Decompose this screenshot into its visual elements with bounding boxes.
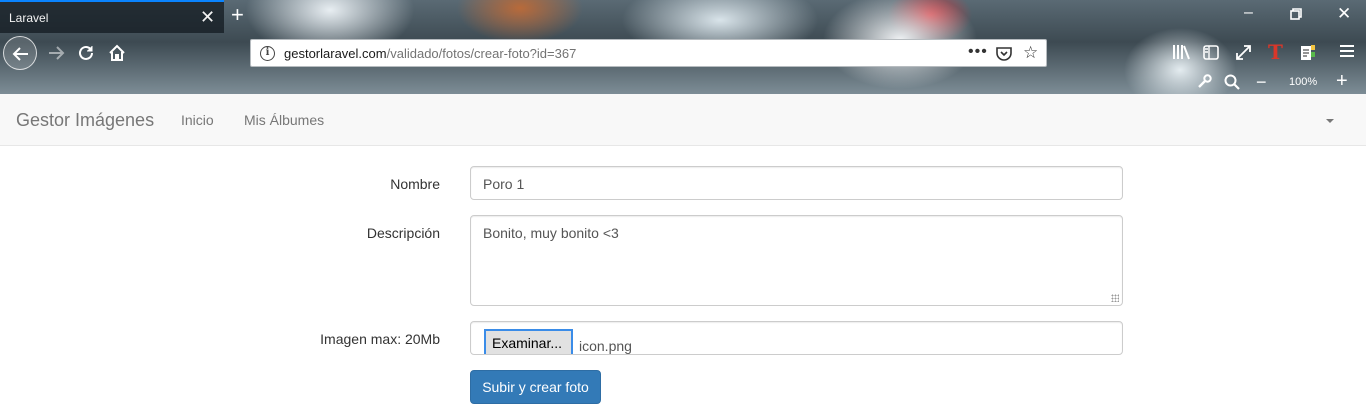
nav-link-inicio[interactable]: Inicio bbox=[181, 112, 214, 128]
url-host: gestorlaravel.com bbox=[284, 46, 387, 61]
name-input[interactable]: Poro 1 bbox=[470, 166, 1123, 200]
url-path: /validado/fotos/crear-foto?id=367 bbox=[386, 46, 577, 61]
file-input[interactable]: Examinar... icon.png bbox=[470, 321, 1123, 355]
bookmark-star-icon[interactable]: ☆ bbox=[1023, 43, 1038, 63]
browser-chrome: Laravel ✕ + – ✕ i gestorlaravel.com/vali… bbox=[0, 0, 1366, 94]
description-label: Descripción bbox=[366, 225, 440, 241]
nav-link-mis-albumes[interactable]: Mis Álbumes bbox=[244, 112, 324, 128]
window-close-icon[interactable]: ✕ bbox=[1337, 4, 1351, 24]
zoom-level[interactable]: 100% bbox=[1289, 76, 1317, 88]
submit-button[interactable]: Subir y crear foto bbox=[470, 370, 601, 404]
description-textarea-value: Bonito, muy bonito <3 bbox=[483, 225, 619, 241]
selected-file-name: icon.png bbox=[579, 338, 632, 354]
hamburger-menu-icon[interactable] bbox=[1340, 44, 1354, 63]
library-icon[interactable] bbox=[1172, 44, 1190, 65]
minimize-icon[interactable]: – bbox=[1244, 4, 1253, 22]
image-label: Imagen max: 20Mb bbox=[320, 331, 440, 347]
page-actions-icon[interactable]: ••• bbox=[968, 43, 988, 61]
zoom-search-icon[interactable] bbox=[1224, 74, 1240, 94]
wrench-icon[interactable] bbox=[1197, 74, 1212, 94]
reload-icon bbox=[79, 45, 93, 60]
navbar-brand[interactable]: Gestor Imágenes bbox=[16, 110, 154, 131]
pocket-icon[interactable] bbox=[996, 46, 1012, 66]
zoom-out-icon[interactable]: − bbox=[1256, 73, 1267, 91]
browse-button[interactable]: Examinar... bbox=[484, 329, 573, 354]
home-icon bbox=[109, 44, 125, 61]
user-dropdown-caret-icon[interactable] bbox=[1326, 119, 1334, 123]
home-button[interactable] bbox=[108, 44, 126, 67]
name-input-value: Poro 1 bbox=[483, 176, 525, 192]
notes-extension-icon[interactable] bbox=[1300, 44, 1316, 66]
sidebar-icon[interactable] bbox=[1203, 45, 1219, 65]
arrow-right-icon bbox=[49, 46, 65, 60]
forward-button[interactable] bbox=[47, 44, 65, 67]
site-navbar: Gestor Imágenes Inicio Mis Álbumes bbox=[0, 94, 1366, 146]
description-textarea[interactable]: Bonito, muy bonito <3 bbox=[470, 215, 1123, 306]
zoom-in-icon[interactable]: + bbox=[1336, 71, 1348, 91]
tab-title: Laravel bbox=[9, 11, 49, 25]
name-label: Nombre bbox=[390, 176, 440, 192]
new-tab-icon[interactable]: + bbox=[231, 3, 244, 27]
url-text[interactable]: gestorlaravel.com/validado/fotos/crear-f… bbox=[284, 46, 576, 61]
back-button[interactable] bbox=[3, 36, 37, 70]
address-bar[interactable]: i gestorlaravel.com/validado/fotos/crear… bbox=[250, 39, 1047, 67]
textarea-resize-handle-icon[interactable] bbox=[1111, 294, 1119, 302]
arrow-left-icon bbox=[12, 47, 28, 61]
reload-button[interactable] bbox=[77, 44, 95, 67]
browser-tab[interactable]: Laravel ✕ bbox=[0, 0, 224, 33]
site-info-icon[interactable]: i bbox=[260, 46, 275, 61]
fullscreen-icon[interactable] bbox=[1236, 45, 1251, 65]
tab-close-icon[interactable]: ✕ bbox=[200, 7, 215, 27]
restore-icon[interactable] bbox=[1290, 7, 1302, 23]
text-extension-icon[interactable]: T bbox=[1268, 40, 1283, 64]
